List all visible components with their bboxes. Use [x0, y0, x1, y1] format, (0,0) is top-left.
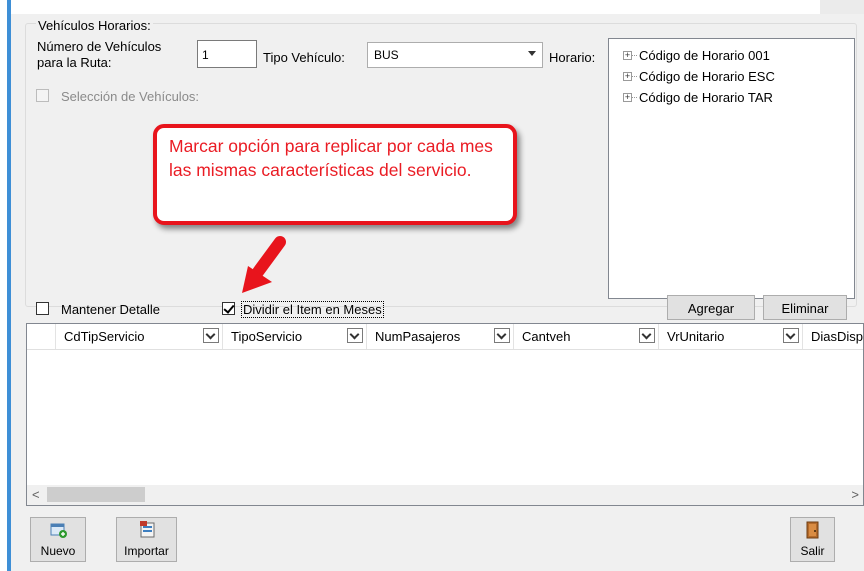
- scroll-thumb[interactable]: [47, 487, 145, 502]
- expand-icon[interactable]: +: [623, 51, 632, 60]
- callout-text: Marcar opción para replicar por cada mes…: [169, 136, 493, 180]
- exit-door-icon: [806, 521, 819, 539]
- row-selector-header: [27, 324, 56, 349]
- column-label: VrUnitario: [667, 329, 725, 344]
- dividir-item-checkbox[interactable]: [222, 302, 235, 315]
- dividir-item-label: Dividir el Item en Meses: [241, 301, 384, 318]
- column-header-diasdisp[interactable]: DiasDisp: [803, 324, 863, 349]
- num-vehiculos-label-1: Número de Vehículos: [37, 39, 162, 54]
- nuevo-label: Nuevo: [40, 544, 76, 558]
- grid-header: CdTipServicio TipoServicio NumPasajeros …: [27, 324, 863, 350]
- nuevo-button[interactable]: Nuevo: [30, 517, 86, 562]
- column-header-cdtipservicio[interactable]: CdTipServicio: [56, 324, 223, 349]
- seleccion-vehiculos-checkbox[interactable]: [36, 89, 49, 102]
- column-filter-icon[interactable]: [639, 328, 655, 343]
- left-edge: [0, 0, 11, 571]
- import-icon: [140, 521, 155, 538]
- new-record-icon: [50, 523, 67, 538]
- tree-line: [632, 76, 637, 77]
- tree-node-label: Código de Horario TAR: [639, 90, 773, 105]
- column-label: DiasDisp: [811, 329, 864, 344]
- column-header-numpasajeros[interactable]: NumPasajeros: [367, 324, 514, 349]
- num-vehiculos-label-2: para la Ruta:: [37, 55, 112, 70]
- column-label: TipoServicio: [231, 329, 303, 344]
- column-header-vrunitario[interactable]: VrUnitario: [659, 324, 803, 349]
- expand-icon[interactable]: +: [623, 93, 632, 102]
- tipo-vehiculo-value: BUS: [374, 48, 399, 62]
- tree-line: [632, 55, 637, 56]
- mantener-detalle-label: Mantener Detalle: [61, 302, 160, 317]
- tipo-vehiculo-label: Tipo Vehículo:: [263, 50, 345, 65]
- num-vehiculos-input[interactable]: 1: [197, 40, 257, 68]
- column-label: CdTipServicio: [64, 329, 145, 344]
- importar-label: Importar: [124, 544, 169, 558]
- horario-tree[interactable]: + Código de Horario 001 + Código de Hora…: [608, 38, 855, 299]
- tree-line: [632, 97, 637, 98]
- tree-node-label: Código de Horario 001: [639, 48, 770, 63]
- column-header-tiposervicio[interactable]: TipoServicio: [223, 324, 367, 349]
- column-filter-icon[interactable]: [203, 328, 219, 343]
- horario-label: Horario:: [549, 50, 596, 65]
- salir-button[interactable]: Salir: [790, 517, 835, 562]
- top-corner: [820, 0, 864, 14]
- seleccion-vehiculos-label: Selección de Vehículos:: [61, 89, 200, 104]
- expand-icon[interactable]: +: [623, 72, 632, 81]
- column-label: NumPasajeros: [375, 329, 461, 344]
- importar-button[interactable]: Importar: [116, 517, 177, 562]
- column-filter-icon[interactable]: [783, 328, 799, 343]
- top-strip: [0, 0, 864, 14]
- scroll-right-icon[interactable]: >: [851, 487, 859, 502]
- column-label: Cantveh: [522, 329, 571, 344]
- salir-label: Salir: [800, 544, 825, 558]
- column-header-cantveh[interactable]: Cantveh: [514, 324, 659, 349]
- section-title: Vehículos Horarios:: [36, 18, 153, 33]
- horizontal-scrollbar[interactable]: < >: [27, 485, 863, 505]
- tree-node-label: Código de Horario ESC: [639, 69, 775, 84]
- services-grid[interactable]: CdTipServicio TipoServicio NumPasajeros …: [26, 323, 864, 506]
- agregar-button[interactable]: Agregar: [667, 295, 755, 320]
- eliminar-button[interactable]: Eliminar: [763, 295, 847, 320]
- annotation-callout: Marcar opción para replicar por cada mes…: [153, 124, 517, 225]
- chevron-down-icon: [528, 51, 536, 56]
- scroll-left-icon[interactable]: <: [32, 487, 40, 502]
- column-filter-icon[interactable]: [494, 328, 510, 343]
- checkmark-icon: [223, 302, 235, 314]
- mantener-detalle-checkbox[interactable]: [36, 302, 49, 315]
- red-arrow-icon: [242, 236, 286, 293]
- tipo-vehiculo-select[interactable]: BUS: [367, 42, 543, 68]
- column-filter-icon[interactable]: [347, 328, 363, 343]
